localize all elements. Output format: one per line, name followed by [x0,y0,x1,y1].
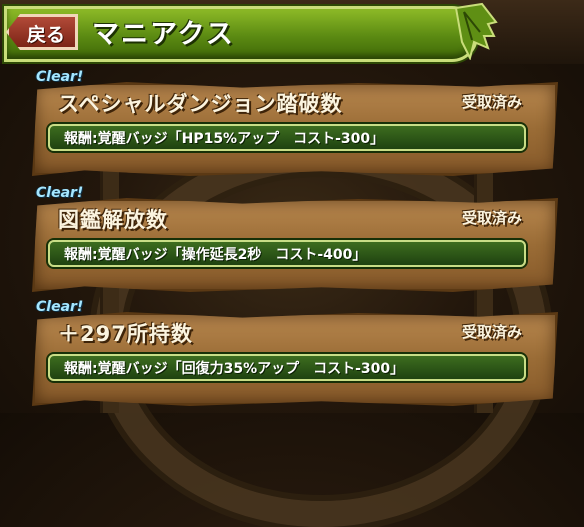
clear-tag: Clear! [36,299,84,315]
mission-title: スペシャルダンジョン踏破数 [58,92,343,116]
reward-bar: 報酬:覚醒バッジ「操作延長2秒 コスト-400」 [48,240,526,267]
dragon-wing-icon [454,2,498,60]
reward-bar: 報酬:覚醒バッジ「回復力35%アップ コスト-300」 [48,354,526,381]
clear-tag: Clear! [36,185,84,201]
page-title: マニアクス [92,19,235,50]
status-badge: 受取済み [461,93,522,111]
mission-card: Clear! 図鑑解放数 受取済み 報酬:覚醒バッジ「操作延長2秒 コスト-40… [32,185,558,295]
mission-card: Clear! ＋297所持数 受取済み 報酬:覚醒バッジ「回復力35%アップ コ… [32,299,558,409]
mission-title: ＋297所持数 [58,322,193,346]
status-badge: 受取済み [461,209,522,227]
back-button[interactable]: 戻る [6,14,78,50]
clear-tag: Clear! [36,69,84,85]
mission-card: Clear! スペシャルダンジョン踏破数 受取済み 報酬:覚醒バッジ「HP15%… [32,69,558,179]
reward-bar: 報酬:覚醒バッジ「HP15%アップ コスト-300」 [48,124,526,151]
header: 戻る マニアクス [0,0,584,64]
mission-title: 図鑑解放数 [58,208,168,232]
status-badge: 受取済み [461,323,522,341]
